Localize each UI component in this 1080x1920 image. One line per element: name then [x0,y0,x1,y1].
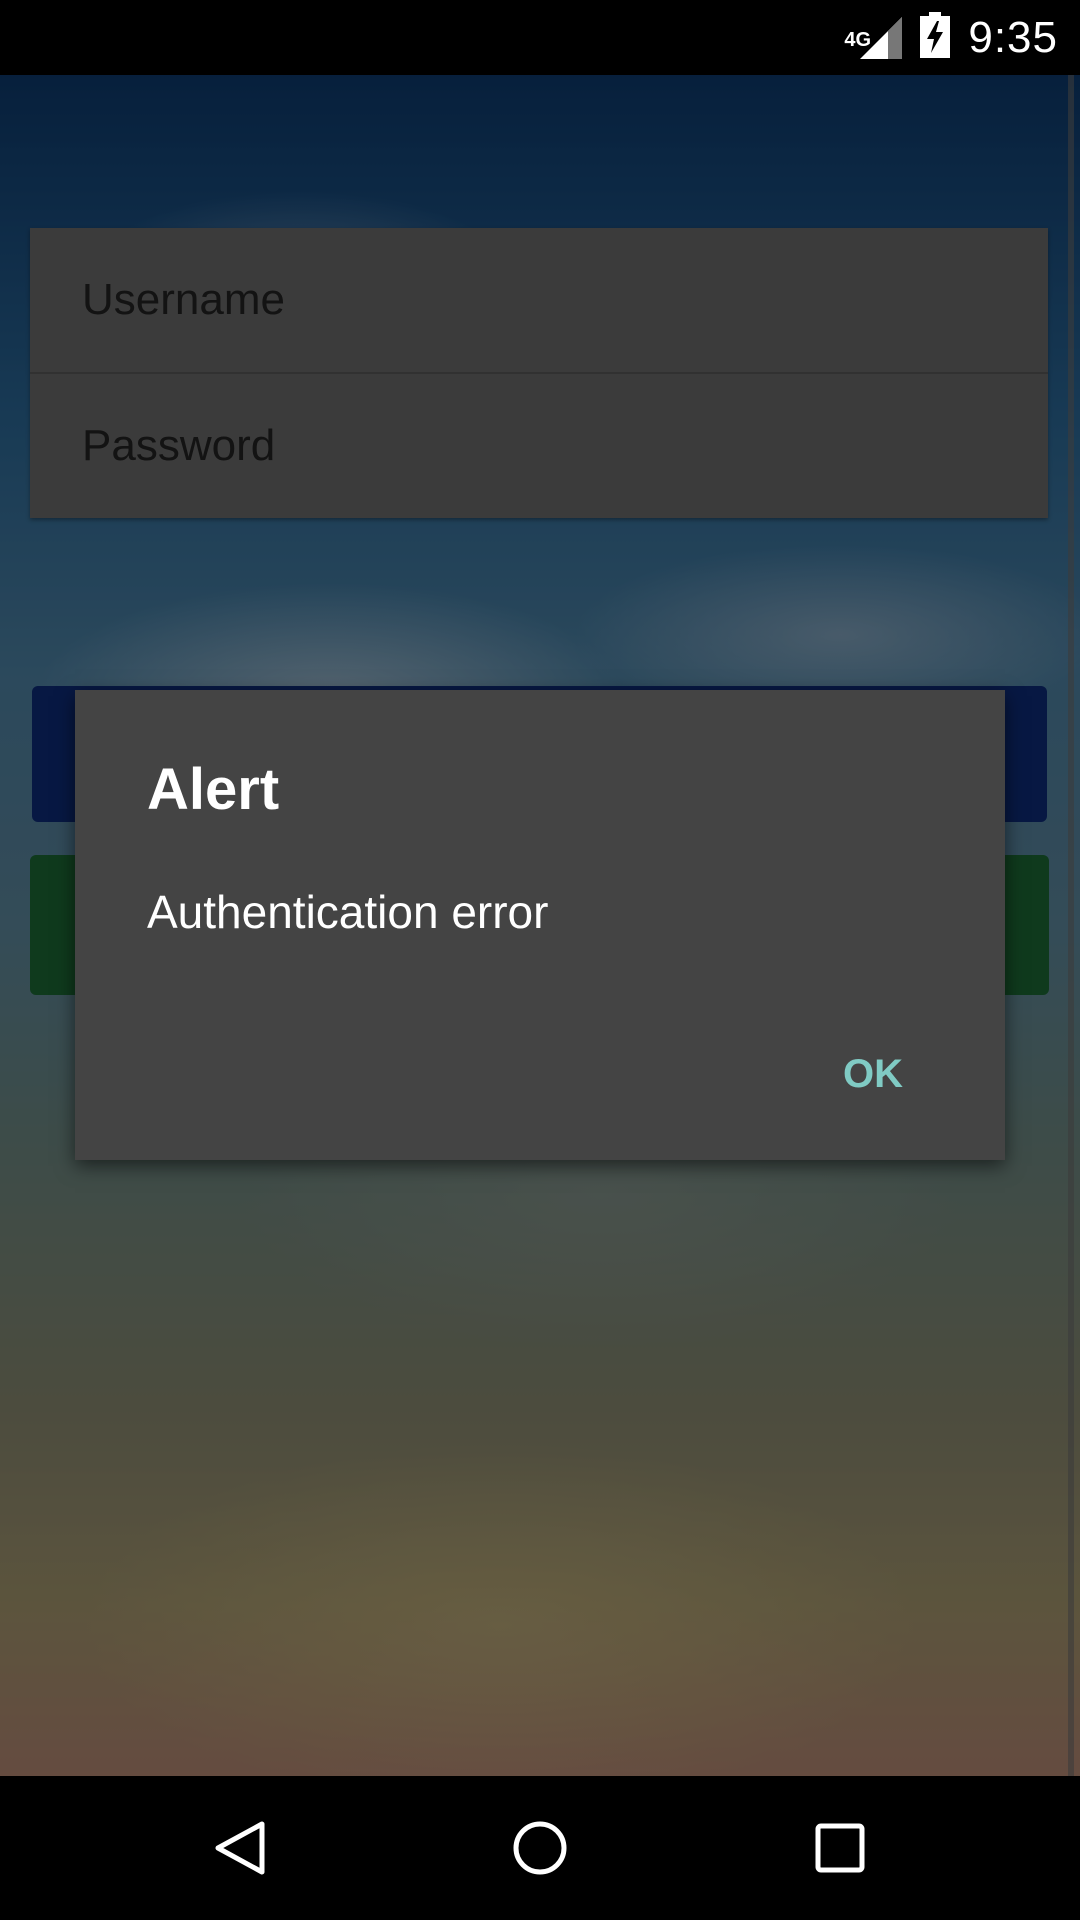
navigation-bar [0,1776,1080,1920]
home-icon[interactable] [510,1818,570,1878]
clock: 9:35 [968,12,1058,62]
status-bar: 4G 9:35 [0,0,1080,75]
network-type-label: 4G [844,28,872,51]
ok-button[interactable]: OK [825,1042,921,1107]
scrollbar [1068,75,1074,1776]
back-icon[interactable] [210,1818,270,1878]
recents-icon[interactable] [810,1818,870,1878]
status-icons: 4G 9:35 [844,0,1058,75]
alert-dialog: Alert Authentication error OK [75,690,1005,1160]
dialog-message: Authentication error [147,886,549,938]
battery-charging-icon [920,12,951,63]
dialog-title: Alert [147,757,280,822]
signal-icon: 4G [844,15,903,61]
